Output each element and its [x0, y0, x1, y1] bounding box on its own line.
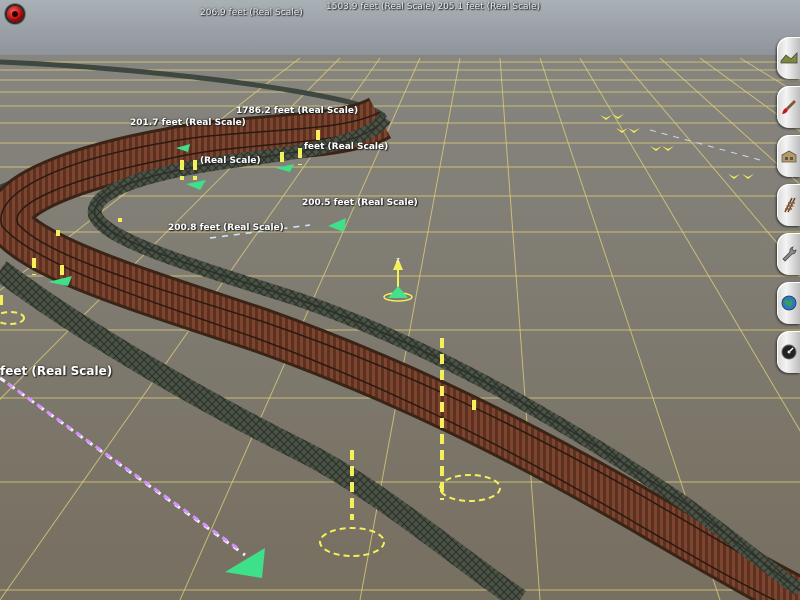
building-icon: [781, 150, 796, 163]
settings-tool-button[interactable]: [777, 331, 800, 373]
topology-tool-button[interactable]: [777, 282, 800, 324]
wrench-icon: [781, 246, 796, 262]
distance-label: 1786.2 feet (Real Scale): [236, 106, 359, 116]
svg-text:z: z: [396, 256, 400, 264]
3d-viewport[interactable]: z: [0, 0, 800, 600]
distance-label: 200.8 feet (Real Scale): [168, 223, 284, 233]
distance-label: 200.5 feet (Real Scale): [302, 198, 418, 208]
gauge-icon: [781, 344, 796, 360]
distance-label-large: feet (Real Scale): [0, 364, 113, 378]
distance-label: 201.7 feet (Real Scale): [130, 118, 246, 128]
objects-tool-button[interactable]: [777, 135, 800, 177]
trackside-tool-button[interactable]: [777, 233, 800, 275]
globe-icon: [781, 295, 796, 311]
distance-label: feet (Real Scale): [304, 142, 389, 152]
paint-tool-button[interactable]: [777, 86, 800, 128]
distance-label: (Real Scale): [200, 156, 261, 166]
distance-label: 206.9 feet (Real Scale): [200, 8, 303, 18]
terrain-tool-button[interactable]: [777, 37, 800, 79]
paint-brush-icon: [781, 100, 796, 114]
close-circle-icon[interactable]: [7, 6, 23, 22]
terrain-brush-icon: [780, 52, 797, 64]
distance-label: 1503.9 feet (Real Scale) 205.1 feet (Rea…: [326, 2, 541, 12]
track-icon: [783, 197, 796, 213]
track-tool-button[interactable]: [777, 184, 800, 226]
